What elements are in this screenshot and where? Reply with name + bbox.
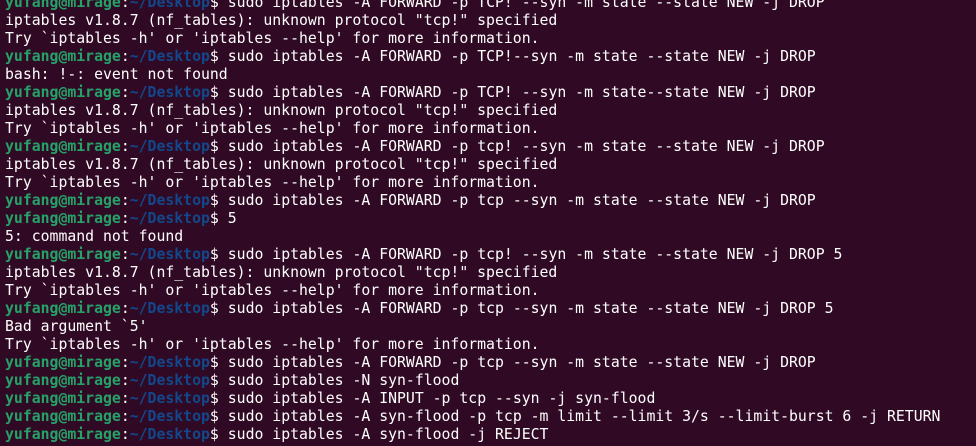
prompt-path: ~/Desktop: [129, 372, 210, 389]
prompt-separator: :: [120, 0, 130, 11]
output-line: Try `iptables -h' or 'iptables --help' f…: [5, 174, 540, 191]
prompt-symbol: $: [209, 138, 219, 155]
prompt-line: yufang@mirage:~/Desktop$ sudo iptables -…: [5, 84, 940, 102]
prompt-user: yufang@mirage: [5, 426, 121, 443]
prompt-separator: :: [120, 210, 130, 227]
command-text: sudo iptables -A FORWARD -p TCP! --syn -…: [218, 0, 825, 11]
prompt-line: yufang@mirage:~/Desktop$ sudo iptables -…: [5, 354, 940, 372]
command-text: sudo iptables -A FORWARD -p tcp! --syn -…: [218, 246, 843, 263]
prompt-line: yufang@mirage:~/Desktop$ sudo iptables -…: [5, 48, 940, 66]
prompt-path: ~/Desktop: [129, 246, 210, 263]
output-line: bash: !-: event not found: [5, 66, 228, 83]
prompt-symbol: $: [209, 300, 219, 317]
prompt-separator: :: [120, 246, 130, 263]
prompt-line: yufang@mirage:~/Desktop$ sudo iptables -…: [5, 192, 940, 210]
prompt-separator: :: [120, 390, 130, 407]
prompt-symbol: $: [209, 84, 219, 101]
prompt-user: yufang@mirage: [5, 48, 121, 65]
output-line: 5: command not found: [5, 228, 184, 245]
prompt-separator: :: [120, 48, 130, 65]
prompt-separator: :: [120, 426, 130, 443]
command-text: sudo iptables -A FORWARD -p tcp --syn -m…: [218, 192, 816, 209]
terminal-window[interactable]: yufang@mirage:~/Desktop$ sudo iptables -…: [0, 0, 976, 446]
prompt-line: yufang@mirage:~/Desktop$ sudo iptables -…: [5, 408, 940, 426]
prompt-separator: :: [120, 138, 130, 155]
prompt-line: yufang@mirage:~/Desktop$ sudo iptables -…: [5, 138, 940, 156]
terminal-output: yufang@mirage:~/Desktop$ sudo iptables -…: [5, 0, 940, 444]
prompt-user: yufang@mirage: [5, 138, 121, 155]
output-line: Try `iptables -h' or 'iptables --help' f…: [5, 336, 540, 353]
prompt-separator: :: [120, 192, 130, 209]
prompt-symbol: $: [209, 408, 219, 425]
prompt-symbol: $: [209, 210, 219, 227]
prompt-path: ~/Desktop: [129, 426, 210, 443]
command-text: sudo iptables -A FORWARD -p tcp --syn -m…: [218, 300, 834, 317]
command-text: 5: [218, 210, 237, 227]
prompt-separator: :: [120, 408, 130, 425]
prompt-user: yufang@mirage: [5, 390, 121, 407]
prompt-symbol: $: [209, 390, 219, 407]
prompt-symbol: $: [209, 48, 219, 65]
prompt-user: yufang@mirage: [5, 210, 121, 227]
prompt-user: yufang@mirage: [5, 246, 121, 263]
command-text: sudo iptables -A FORWARD -p tcp --syn -m…: [218, 354, 816, 371]
prompt-user: yufang@mirage: [5, 354, 121, 371]
prompt-user: yufang@mirage: [5, 192, 121, 209]
command-text: sudo iptables -N syn-flood: [218, 372, 460, 389]
prompt-line: yufang@mirage:~/Desktop$ sudo iptables -…: [5, 300, 940, 318]
prompt-symbol: $: [209, 246, 219, 263]
prompt-line: yufang@mirage:~/Desktop$ sudo iptables -…: [5, 0, 940, 12]
command-text: sudo iptables -A FORWARD -p TCP!--syn -m…: [218, 48, 816, 65]
prompt-separator: :: [120, 354, 130, 371]
prompt-user: yufang@mirage: [5, 0, 121, 11]
prompt-separator: :: [120, 84, 130, 101]
prompt-user: yufang@mirage: [5, 84, 121, 101]
command-text: sudo iptables -A INPUT -p tcp --syn -j s…: [218, 390, 656, 407]
prompt-line: yufang@mirage:~/Desktop$ sudo iptables -…: [5, 246, 940, 264]
output-line: Bad argument `5': [5, 318, 148, 335]
prompt-path: ~/Desktop: [129, 84, 210, 101]
prompt-path: ~/Desktop: [129, 0, 210, 11]
prompt-symbol: $: [209, 372, 219, 389]
prompt-user: yufang@mirage: [5, 408, 121, 425]
prompt-separator: :: [120, 300, 130, 317]
prompt-symbol: $: [209, 0, 219, 11]
prompt-path: ~/Desktop: [129, 48, 210, 65]
prompt-line: yufang@mirage:~/Desktop$ sudo iptables -…: [5, 390, 940, 408]
command-text: sudo iptables -A FORWARD -p tcp! --syn -…: [218, 138, 825, 155]
output-line: Try `iptables -h' or 'iptables --help' f…: [5, 30, 540, 47]
prompt-path: ~/Desktop: [129, 354, 210, 371]
prompt-path: ~/Desktop: [129, 390, 210, 407]
output-line: iptables v1.8.7 (nf_tables): unknown pro…: [5, 264, 558, 281]
command-text: sudo iptables -A syn-flood -j REJECT: [218, 426, 549, 443]
output-line: iptables v1.8.7 (nf_tables): unknown pro…: [5, 102, 558, 119]
prompt-line: yufang@mirage:~/Desktop$ sudo iptables -…: [5, 372, 940, 390]
prompt-symbol: $: [209, 426, 219, 443]
prompt-path: ~/Desktop: [129, 300, 210, 317]
prompt-user: yufang@mirage: [5, 372, 121, 389]
output-line: iptables v1.8.7 (nf_tables): unknown pro…: [5, 156, 558, 173]
prompt-symbol: $: [209, 354, 219, 371]
prompt-separator: :: [120, 372, 130, 389]
output-line: Try `iptables -h' or 'iptables --help' f…: [5, 282, 540, 299]
prompt-path: ~/Desktop: [129, 192, 210, 209]
prompt-path: ~/Desktop: [129, 138, 210, 155]
prompt-line: yufang@mirage:~/Desktop$ 5: [5, 210, 940, 228]
output-line: Try `iptables -h' or 'iptables --help' f…: [5, 120, 540, 137]
output-line: iptables v1.8.7 (nf_tables): unknown pro…: [5, 12, 558, 29]
command-text: sudo iptables -A FORWARD -p TCP! --syn -…: [218, 84, 816, 101]
prompt-path: ~/Desktop: [129, 408, 210, 425]
command-text: sudo iptables -A syn-flood -p tcp -m lim…: [218, 408, 941, 425]
prompt-user: yufang@mirage: [5, 300, 121, 317]
prompt-symbol: $: [209, 192, 219, 209]
prompt-path: ~/Desktop: [129, 210, 210, 227]
prompt-line: yufang@mirage:~/Desktop$ sudo iptables -…: [5, 426, 940, 444]
